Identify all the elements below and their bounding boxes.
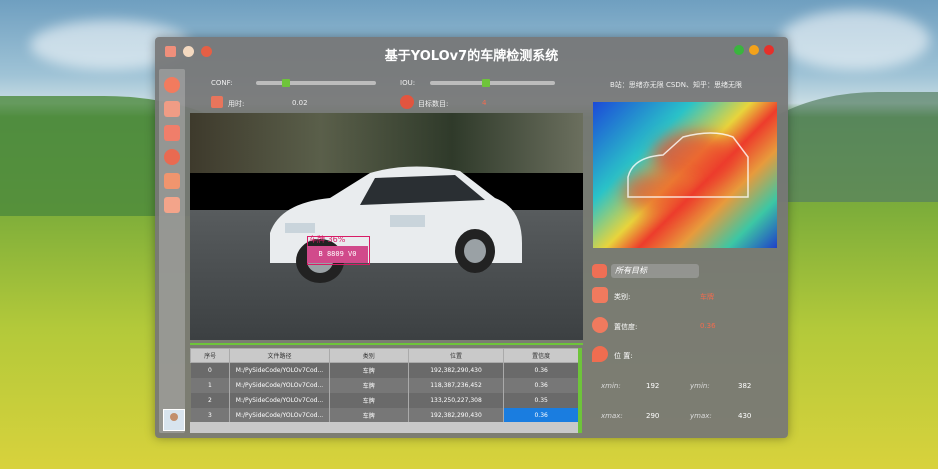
- credits-text: B站：思绪亦无限 CSDN、知乎：思绪无限: [610, 81, 742, 89]
- table-cell[interactable]: 车牌: [329, 393, 409, 408]
- table-cell-selected[interactable]: 0.36: [503, 408, 579, 423]
- ymin-label: ymin:: [690, 382, 710, 390]
- menu-icon[interactable]: [164, 77, 180, 93]
- target-count-icon: [400, 95, 414, 109]
- table-row-selected[interactable]: 3 M:/PySideCode/YOLOv7Cod... 车牌 192,382,…: [190, 408, 579, 423]
- confidence-label: 置信度:: [614, 323, 638, 331]
- table-header-row: 序号 文件路径 类别 位置 置信度: [189, 348, 579, 363]
- table-scrollbar[interactable]: [578, 348, 582, 433]
- count-label: 目标数目:: [418, 100, 449, 108]
- table-cell[interactable]: 0.36: [503, 362, 579, 378]
- close-button[interactable]: [764, 45, 774, 55]
- conf-slider-thumb[interactable]: [282, 79, 290, 87]
- conf-slider[interactable]: [256, 79, 376, 87]
- xmax-label: xmax:: [601, 412, 623, 420]
- table-header-cell[interactable]: 文件路径: [229, 348, 330, 363]
- table-header-cell[interactable]: 位置: [407, 348, 505, 363]
- cloud: [780, 10, 930, 70]
- results-table: 序号 文件路径 类别 位置 置信度 0 M:/PySideCode/YOLOv7…: [189, 348, 579, 423]
- table-cell[interactable]: 0.35: [503, 393, 579, 408]
- sidebar: [159, 69, 185, 433]
- table-cell[interactable]: 192,382,290,430: [408, 408, 505, 423]
- iou-label: IOU:: [400, 79, 416, 87]
- heatmap-image: [593, 102, 777, 248]
- table-cell[interactable]: 2: [190, 393, 231, 408]
- table-cell[interactable]: M:/PySideCode/YOLOv7Cod...: [229, 408, 330, 423]
- table-cell[interactable]: 车牌: [329, 362, 409, 378]
- position-label: 位 置:: [614, 352, 633, 360]
- table-empty-area: [190, 422, 579, 433]
- timer-icon: [211, 96, 223, 108]
- table-header-cell[interactable]: 类别: [328, 348, 409, 363]
- table-cell[interactable]: 192,382,290,430: [408, 362, 505, 378]
- camera-icon[interactable]: [164, 149, 180, 165]
- ymax-value: 430: [738, 412, 752, 420]
- xmin-value: 192: [646, 382, 660, 390]
- table-cell[interactable]: 车牌: [329, 408, 409, 423]
- maximize-button[interactable]: [734, 45, 744, 55]
- image-divider: [190, 343, 583, 345]
- table-header-cell[interactable]: 序号: [189, 348, 231, 363]
- iou-slider-thumb[interactable]: [482, 79, 491, 87]
- folder-open-icon[interactable]: [164, 125, 180, 141]
- list-icon: [592, 264, 607, 278]
- table-cell[interactable]: 1: [190, 378, 231, 393]
- table-cell[interactable]: 3: [190, 408, 231, 423]
- type-label: 类别:: [614, 293, 631, 301]
- license-plate: B 8809 V0: [307, 246, 368, 263]
- detection-image: 车牌 36% B 8809 V0: [190, 113, 583, 340]
- location-pin-icon: [592, 346, 608, 362]
- iou-slider[interactable]: [430, 79, 555, 87]
- table-cell[interactable]: 0: [190, 362, 231, 378]
- table-row[interactable]: 2 M:/PySideCode/YOLOv7Cod... 车牌 133,250,…: [190, 393, 579, 408]
- xmax-value: 290: [646, 412, 660, 420]
- window-title: 基于YOLOv7的车牌检测系统: [384, 49, 559, 64]
- xmin-label: xmin:: [601, 382, 621, 390]
- table-cell[interactable]: 车牌: [329, 378, 409, 393]
- target-selector-value: 所有目标: [615, 266, 647, 275]
- table-cell[interactable]: 133,250,227,308: [408, 393, 505, 408]
- ymax-label: ymax:: [690, 412, 712, 420]
- table-row[interactable]: 0 M:/PySideCode/YOLOv7Cod... 车牌 192,382,…: [190, 362, 579, 378]
- type-value: 车牌: [700, 293, 714, 301]
- image-icon[interactable]: [164, 101, 180, 117]
- time-label: 用时:: [228, 100, 245, 108]
- table-cell[interactable]: M:/PySideCode/YOLOv7Cod...: [229, 393, 330, 408]
- table-row[interactable]: 1 M:/PySideCode/YOLOv7Cod... 车牌 118,387,…: [190, 378, 579, 393]
- confidence-icon: [592, 317, 608, 333]
- minimize-button[interactable]: [749, 45, 759, 55]
- table-cell[interactable]: 0.36: [503, 378, 579, 393]
- confidence-value: 0.36: [700, 322, 716, 330]
- target-selector[interactable]: 所有目标: [611, 264, 699, 278]
- ymin-value: 382: [738, 382, 752, 390]
- type-icon: [592, 287, 608, 303]
- video-icon[interactable]: [164, 173, 180, 189]
- table-header-cell[interactable]: 置信度: [503, 348, 579, 363]
- app-window: 基于YOLOv7的车牌检测系统 CONF: IOU: B站：思绪亦无限 CSDN…: [155, 37, 788, 438]
- avatar[interactable]: [163, 409, 185, 431]
- table-cell[interactable]: M:/PySideCode/YOLOv7Cod...: [229, 362, 330, 378]
- conf-label: CONF:: [211, 79, 233, 87]
- detection-label: 车牌 36%: [309, 235, 346, 244]
- count-value: 4: [482, 99, 487, 107]
- table-cell[interactable]: 118,387,236,452: [408, 378, 505, 393]
- car-image: [270, 166, 522, 283]
- save-icon[interactable]: [164, 197, 180, 213]
- heatmap-car-outline: [627, 132, 749, 198]
- table-cell[interactable]: M:/PySideCode/YOLOv7Cod...: [229, 378, 330, 393]
- time-value: 0.02: [292, 99, 308, 107]
